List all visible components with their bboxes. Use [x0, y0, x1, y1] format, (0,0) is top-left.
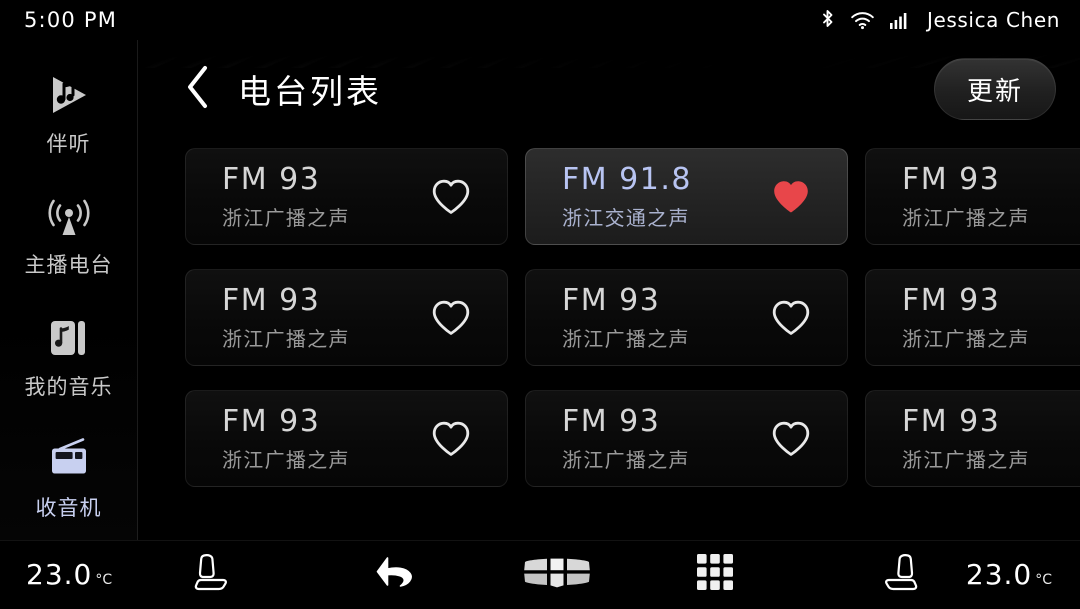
- station-frequency: FM 91.8: [562, 162, 692, 197]
- status-bar: 5:00 PM Jessica Chen: [0, 0, 1080, 40]
- chevron-left-icon: [183, 64, 213, 115]
- station-frequency: FM 93: [902, 283, 1001, 318]
- station-list[interactable]: FM 93 浙江广播之声 FM 91.8 浙江交通之声 FM 93 浙江广播之声 FM 93…: [185, 148, 1080, 540]
- station-name: 浙江广播之声: [902, 206, 1030, 230]
- station-frequency: FM 93: [562, 404, 661, 439]
- driver-seat-button[interactable]: [182, 541, 238, 609]
- page-header: 电台列表 更新: [138, 40, 1080, 138]
- bluetooth-icon: [819, 8, 836, 32]
- apps-grid-icon: [694, 551, 736, 598]
- station-card-text: FM 93 浙江广播之声: [222, 283, 350, 352]
- station-card-text: FM 93 浙江广播之声: [902, 404, 1030, 473]
- update-button[interactable]: 更新: [934, 58, 1056, 120]
- sidebar-item-wodeyinyue[interactable]: 我的音乐: [0, 297, 138, 419]
- sidebar-item-label: 主播电台: [24, 253, 113, 278]
- music-album-icon: [47, 315, 91, 361]
- status-indicators: Jessica Chen: [819, 8, 1060, 32]
- broadcast-tower-icon: [45, 193, 93, 239]
- station-card[interactable]: FM 93 浙江广播之声: [525, 269, 848, 366]
- favorite-outline-icon[interactable]: [431, 419, 471, 459]
- back-button[interactable]: [170, 61, 226, 117]
- clock: 5:00 PM: [24, 8, 118, 32]
- home-button[interactable]: [517, 541, 597, 609]
- update-button-label: 更新: [966, 76, 1023, 107]
- station-card-text: FM 93 浙江广播之声: [902, 283, 1030, 352]
- infotainment-screen: 5:00 PM Jessica Chen 伴听 主播电台 我的音乐 收音机 电台…: [0, 0, 1080, 608]
- station-card-text: FM 93 浙江广播之声: [562, 404, 690, 473]
- driver-seat-icon: [191, 551, 229, 598]
- station-frequency: FM 93: [222, 404, 321, 439]
- station-card[interactable]: FM 93 浙江广播之声: [185, 390, 508, 487]
- passenger-temperature-value: 23.0: [965, 558, 1033, 591]
- station-name: 浙江广播之声: [902, 448, 1030, 472]
- station-frequency: FM 93: [222, 283, 321, 318]
- driver-temperature[interactable]: 23.0 °C: [26, 558, 112, 591]
- station-frequency: FM 93: [902, 404, 1001, 439]
- favorite-outline-icon[interactable]: [771, 419, 811, 459]
- favorite-outline-icon[interactable]: [431, 177, 471, 217]
- passenger-temperature[interactable]: 23.0 °C: [966, 558, 1052, 591]
- content-area: 电台列表 更新 FM 93 浙江广播之声 FM 91.8 浙江交通之声 FM 93 浙江广…: [138, 40, 1080, 540]
- driver-temperature-unit: °C: [95, 572, 113, 588]
- cellular-signal-icon: [889, 11, 909, 30]
- favorite-outline-icon[interactable]: [431, 298, 471, 338]
- station-name: 浙江广播之声: [222, 448, 350, 472]
- passenger-seat-button[interactable]: [874, 541, 930, 609]
- station-card-text: FM 91.8 浙江交通之声: [562, 162, 692, 231]
- sidebar-item-banting[interactable]: 伴听: [0, 54, 138, 176]
- sidebar-item-label: 伴听: [46, 131, 91, 156]
- station-card[interactable]: FM 93 浙江广播之声: [865, 390, 1080, 487]
- wifi-icon: [850, 10, 875, 30]
- station-name: 浙江广播之声: [562, 327, 690, 351]
- sidebar-item-label: 我的音乐: [24, 374, 113, 399]
- bottom-bar: 23.0 °C 23.0 °C: [0, 540, 1080, 608]
- station-card[interactable]: FM 93 浙江广播之声: [865, 269, 1080, 366]
- page-title: 电台列表: [238, 72, 382, 111]
- favorite-filled-icon[interactable]: [771, 177, 811, 217]
- station-frequency: FM 93: [902, 162, 1001, 197]
- station-card-text: FM 93 浙江广播之声: [222, 162, 350, 231]
- passenger-seat-icon: [883, 551, 921, 598]
- play-music-icon: [46, 72, 92, 118]
- sidebar: 伴听 主播电台 我的音乐 收音机: [0, 40, 138, 540]
- driver-temperature-value: 23.0: [26, 558, 93, 591]
- station-name: 浙江广播之声: [562, 448, 690, 472]
- sidebar-item-label: 收音机: [35, 496, 102, 521]
- home-grille-icon: [521, 551, 593, 598]
- sidebar-item-shouyinji[interactable]: 收音机: [0, 419, 138, 541]
- station-name: 浙江广播之声: [222, 327, 350, 351]
- sidebar-item-zhubodiantai[interactable]: 主播电台: [0, 176, 138, 298]
- station-card[interactable]: FM 93 浙江广播之声: [525, 390, 848, 487]
- station-card-text: FM 93 浙江广播之声: [562, 283, 690, 352]
- station-card[interactable]: FM 93 浙江广播之声: [185, 269, 508, 366]
- station-frequency: FM 93: [562, 283, 661, 318]
- passenger-temperature-unit: °C: [1035, 572, 1052, 588]
- back-arrow-icon: [375, 552, 419, 597]
- favorite-outline-icon[interactable]: [771, 298, 811, 338]
- apps-button[interactable]: [685, 541, 745, 609]
- radio-icon: [46, 436, 92, 482]
- station-card-text: FM 93 浙江广播之声: [902, 162, 1030, 231]
- station-name: 浙江广播之声: [222, 206, 350, 230]
- station-name: 浙江广播之声: [902, 327, 1030, 351]
- station-card-text: FM 93 浙江广播之声: [222, 404, 350, 473]
- user-name: Jessica Chen: [926, 8, 1060, 32]
- station-frequency: FM 93: [222, 162, 321, 197]
- station-card[interactable]: FM 93 浙江广播之声: [865, 148, 1080, 245]
- back-nav-button[interactable]: [367, 541, 427, 609]
- station-card[interactable]: FM 91.8 浙江交通之声: [525, 148, 848, 245]
- station-card[interactable]: FM 93 浙江广播之声: [185, 148, 508, 245]
- station-name: 浙江交通之声: [562, 206, 690, 230]
